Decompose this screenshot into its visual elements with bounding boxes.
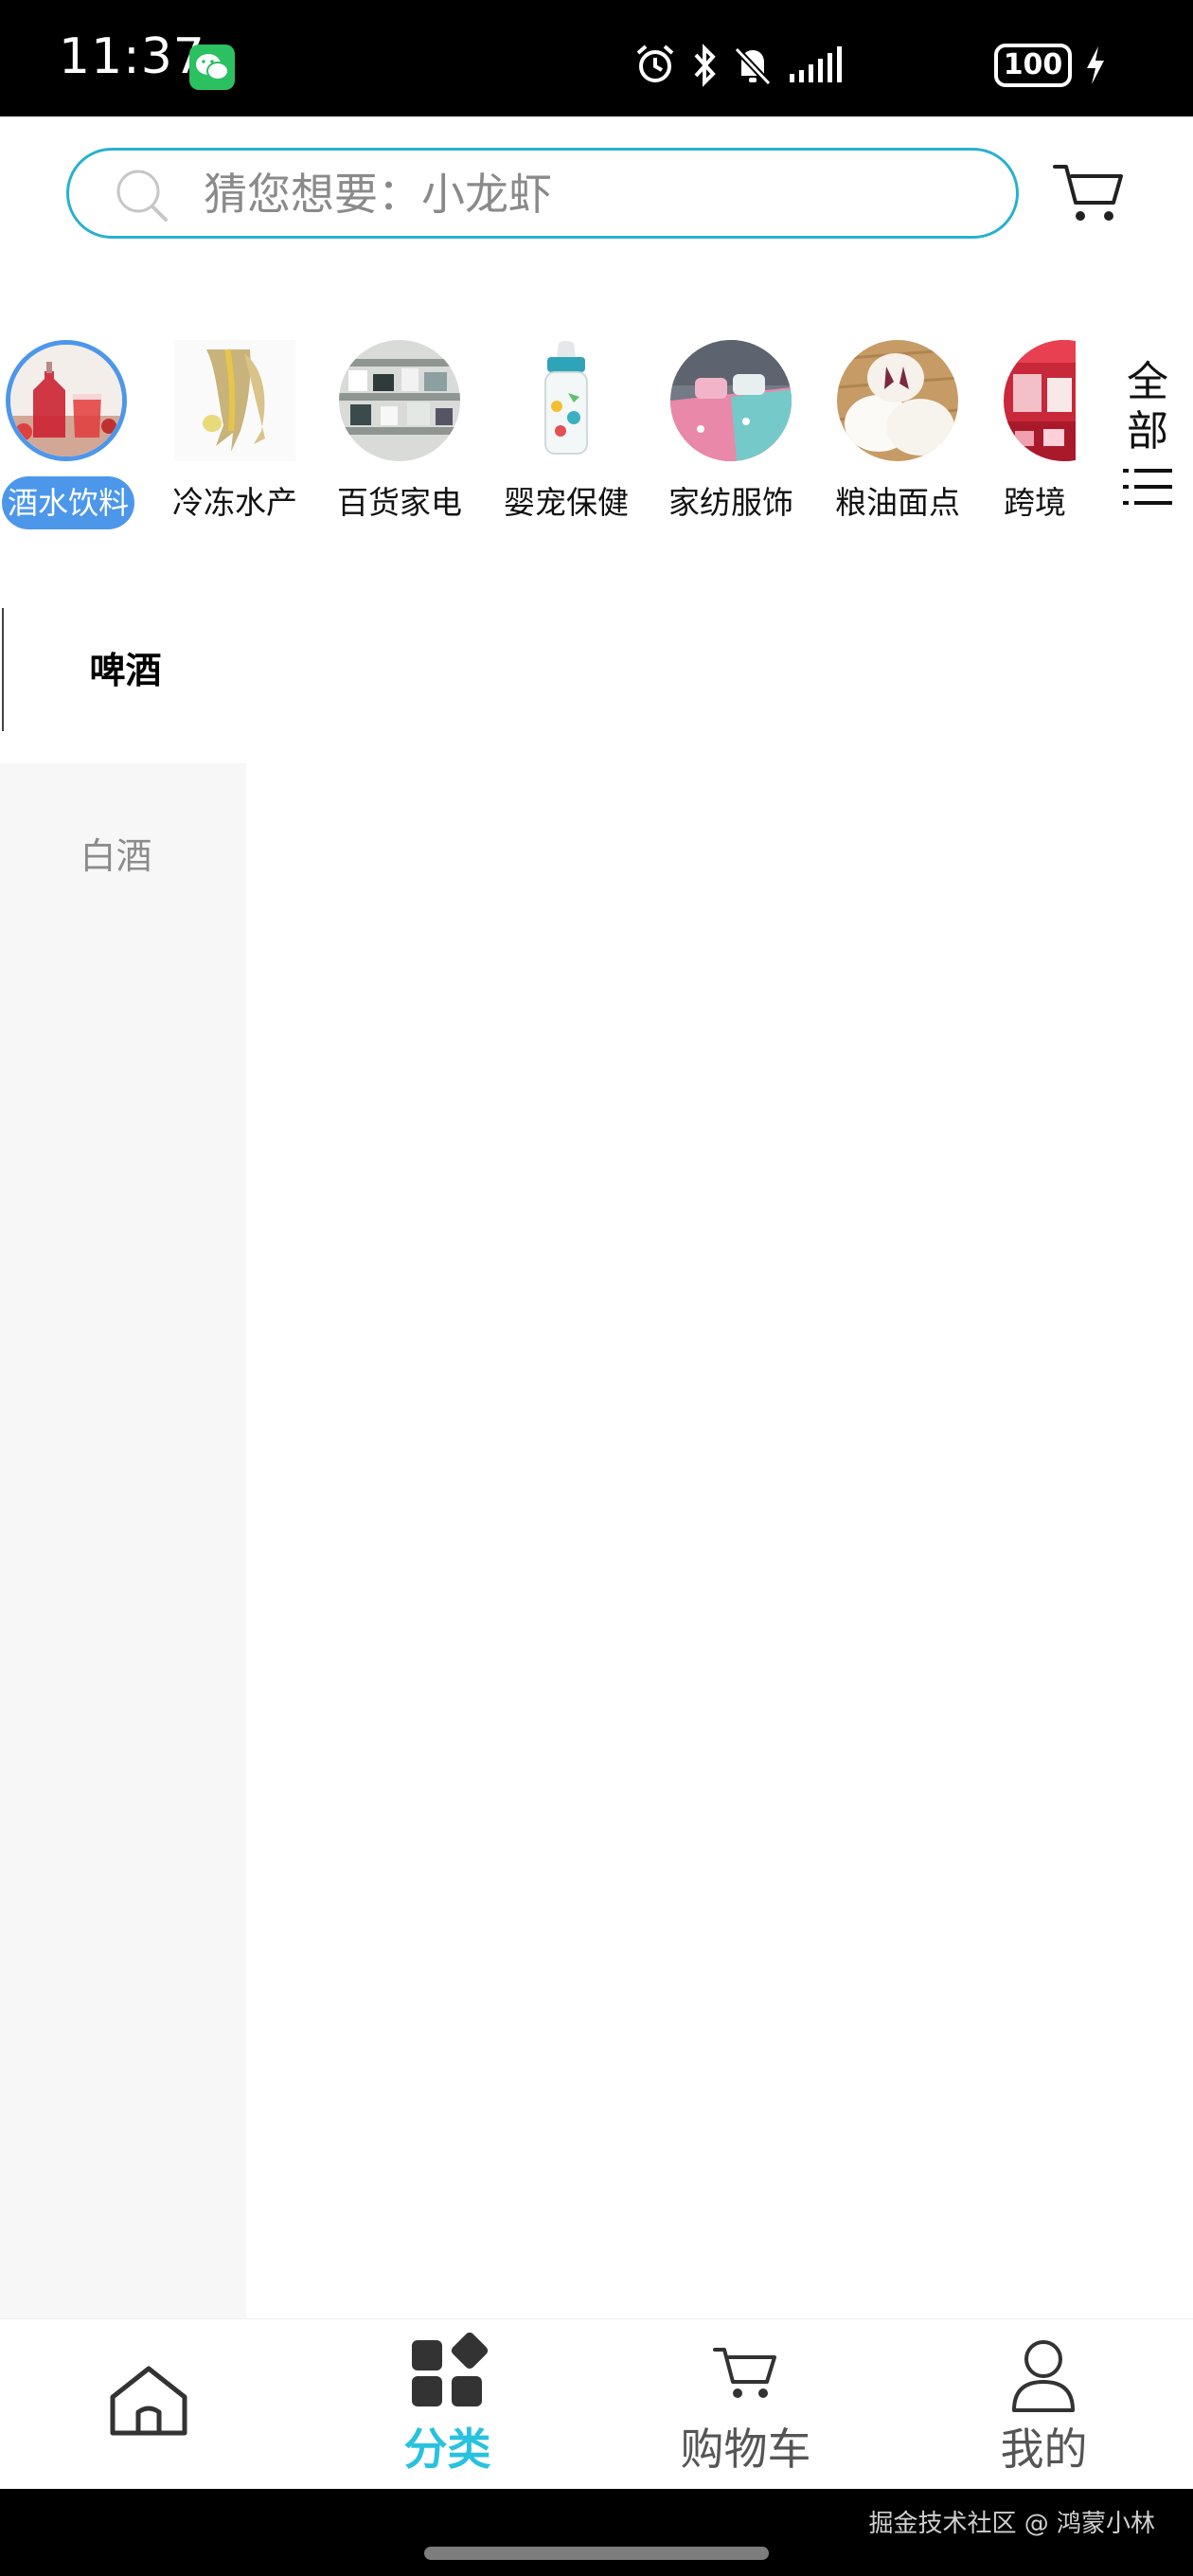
cross-border-image	[1004, 340, 1076, 461]
tab-label: 我的	[1000, 2424, 1088, 2475]
status-time: 11:37	[59, 28, 205, 85]
baby-bottle-image	[506, 340, 627, 461]
search-bar[interactable]	[66, 148, 1019, 239]
category-label: 婴宠保健	[504, 484, 629, 521]
subcategory-list: 白酒	[0, 763, 246, 2318]
drinks-image	[6, 340, 127, 461]
wechat-icon	[189, 45, 235, 90]
user-icon	[1012, 2340, 1075, 2412]
category-label: 粮油面点	[835, 484, 960, 521]
search-icon	[116, 170, 168, 222]
bedding-image	[670, 340, 792, 461]
tab-cart[interactable]: 购物车	[596, 2319, 895, 2490]
category-item-textiles-apparel[interactable]: 家纺服饰	[648, 336, 814, 535]
bottom-tab-bar: 分类 购物车 我的	[0, 2318, 1193, 2489]
all-categories-button[interactable]: 全部	[1117, 358, 1178, 519]
appliances-image	[339, 340, 460, 461]
category-label: 百货家电	[337, 484, 462, 521]
category-label: 酒水饮料	[2, 476, 134, 529]
category-label: 冷冻水产	[172, 484, 297, 521]
cart-icon[interactable]	[1051, 159, 1127, 225]
home-icon	[110, 2366, 187, 2436]
subcategory-item[interactable]: 白酒	[0, 763, 232, 949]
cart-icon	[713, 2348, 776, 2398]
tab-home[interactable]	[0, 2319, 298, 2490]
pastry-image	[837, 340, 958, 461]
search-input[interactable]	[204, 158, 980, 230]
status-bar: 11:37 100	[0, 0, 1193, 116]
watermark: 掘金技术社区 @ 鸿蒙小林	[868, 2510, 1155, 2538]
tab-profile[interactable]: 我的	[895, 2319, 1193, 2490]
category-label: 家纺服饰	[668, 484, 793, 521]
list-icon	[1123, 469, 1172, 505]
category-strip: 酒水饮料 冷冻水产 百货家电 婴宠保健 家纺服饰 粮油面点 跨境	[0, 336, 1076, 535]
tab-label: 分类	[403, 2424, 491, 2475]
mute-icon	[734, 46, 772, 86]
system-navigation-bar: 掘金技术社区 @ 鸿蒙小林	[0, 2489, 1193, 2576]
tab-label: 购物车	[680, 2424, 811, 2475]
category-item-cross-border[interactable]: 跨境	[981, 336, 1076, 535]
charging-icon	[1087, 46, 1104, 84]
category-item-drinks[interactable]: 酒水饮料	[0, 336, 167, 535]
fish-image	[174, 340, 295, 461]
subcategory-sidebar: 啤酒 白酒	[0, 578, 246, 2318]
signal-icon	[790, 46, 842, 82]
all-categories-label: 全部	[1127, 358, 1168, 456]
bluetooth-icon	[694, 44, 716, 87]
category-item-frozen-seafood[interactable]: 冷冻水产	[151, 336, 318, 535]
subcategory-item-active[interactable]: 啤酒	[0, 578, 246, 763]
category-item-baby-pet-health[interactable]: 婴宠保健	[483, 336, 650, 535]
alarm-icon	[636, 45, 674, 82]
subcategory-label: 啤酒	[89, 650, 162, 691]
tab-category[interactable]: 分类	[298, 2319, 596, 2490]
category-item-grain-oil-pastry[interactable]: 粮油面点	[814, 336, 981, 535]
category-item-appliances[interactable]: 百货家电	[316, 336, 483, 535]
battery-icon: 100	[994, 44, 1072, 87]
category-icon	[412, 2333, 489, 2406]
home-indicator[interactable]	[424, 2547, 769, 2560]
app-root: 11:37 100 猜您想要：小龙虾 酒水饮料 冷冻水产 百货家电 婴宠保健 家…	[0, 0, 1193, 2576]
category-label: 跨境	[1004, 484, 1066, 521]
